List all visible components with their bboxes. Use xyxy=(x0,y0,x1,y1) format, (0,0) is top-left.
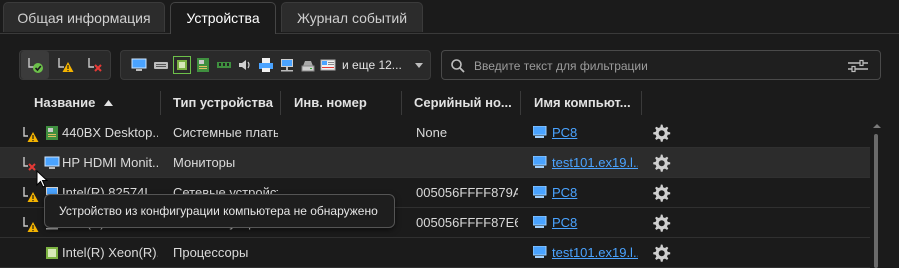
inventory-number xyxy=(294,148,399,177)
gear-icon[interactable] xyxy=(651,213,671,233)
search-icon xyxy=(451,59,465,73)
mouse-cursor-icon xyxy=(36,170,48,188)
memory-icon[interactable] xyxy=(216,57,232,73)
computer-link[interactable]: test101.ex19.l... xyxy=(552,238,638,267)
toolbar: и еще 12... xyxy=(0,48,899,82)
serial-number xyxy=(416,148,518,177)
device-type: Мониторы xyxy=(173,155,236,170)
printer-icon[interactable] xyxy=(258,57,274,73)
tab-bar: Общая информация Устройства Журнал событ… xyxy=(0,0,899,34)
chevron-down-icon[interactable] xyxy=(415,63,423,68)
computer-icon xyxy=(533,156,547,168)
device-type: Системные платы xyxy=(173,125,278,140)
filter-settings-icon[interactable] xyxy=(847,58,869,74)
scroll-up-arrow[interactable] xyxy=(873,124,881,128)
computer-link[interactable]: PC8 xyxy=(552,208,638,237)
device-type-filter[interactable]: и еще 12... xyxy=(120,50,431,80)
gear-icon[interactable] xyxy=(651,123,671,143)
column-divider[interactable] xyxy=(520,91,521,115)
device-type: Процессоры xyxy=(173,245,249,260)
device-name: Intel(R) Xeon(R)... xyxy=(62,245,158,260)
computer-link[interactable]: test101.ex19.l... xyxy=(552,148,638,177)
computer-icon xyxy=(533,216,547,228)
cpu-icon[interactable] xyxy=(173,56,191,74)
inventory-number xyxy=(294,238,399,267)
filter-box xyxy=(441,50,881,80)
keyboard-icon[interactable] xyxy=(153,57,169,73)
gear-icon[interactable] xyxy=(651,153,671,173)
status-filter-group xyxy=(19,50,111,80)
speaker-icon[interactable] xyxy=(237,57,253,73)
filter-warning-button[interactable] xyxy=(51,51,79,79)
column-divider[interactable] xyxy=(160,91,161,115)
computer-link[interactable]: PC8 xyxy=(552,118,638,147)
sort-ascending-icon xyxy=(104,100,113,107)
serial-number xyxy=(416,238,518,267)
serial-number: 005056FFFF879A... xyxy=(416,185,518,200)
gear-icon[interactable] xyxy=(651,243,671,263)
status-tooltip: Устройство из конфигурации компьютера не… xyxy=(44,194,395,228)
tab-general-info[interactable]: Общая информация xyxy=(3,2,165,32)
serial-number: 005056FFFF87E6... xyxy=(416,215,518,230)
device-ok-icon xyxy=(28,58,43,73)
vertical-scrollbar[interactable] xyxy=(870,124,882,268)
more-device-types-label: и еще 12... xyxy=(342,58,402,72)
computer-icon xyxy=(533,126,547,138)
motherboard-icon xyxy=(46,126,58,140)
filter-input[interactable] xyxy=(474,57,834,75)
warning-status-icon xyxy=(23,217,39,232)
motherboard-icon[interactable] xyxy=(195,57,211,73)
column-header-inventory[interactable]: Инв. номер xyxy=(294,88,367,118)
filter-missing-button[interactable] xyxy=(81,51,109,79)
inventory-number xyxy=(294,118,399,147)
warning-status-icon xyxy=(23,127,39,142)
table-row[interactable]: Intel(R) Xeon(R)... Процессоры test101.e… xyxy=(0,238,870,268)
device-warning-icon xyxy=(58,58,74,72)
disk-icon[interactable] xyxy=(300,57,316,73)
column-header-serial[interactable]: Серийный но... xyxy=(414,88,512,118)
column-header-label: Название xyxy=(34,95,96,110)
column-header-computer[interactable]: Имя компьют... xyxy=(534,88,631,118)
computer-icon xyxy=(533,246,547,258)
monitor-icon[interactable] xyxy=(131,57,147,73)
video-card-icon[interactable] xyxy=(320,57,336,73)
cpu-icon xyxy=(46,247,58,259)
column-header-type[interactable]: Тип устройства xyxy=(173,88,273,118)
network-icon[interactable] xyxy=(279,57,295,73)
table-row[interactable]: HP HDMI Monit... Мониторы test101.ex19.l… xyxy=(0,148,870,178)
column-divider[interactable] xyxy=(280,91,281,115)
column-divider[interactable] xyxy=(641,91,642,115)
table-header: Название Тип устройства Инв. номер Серий… xyxy=(0,88,899,118)
device-missing-icon xyxy=(88,58,102,72)
column-header-name[interactable]: Название xyxy=(34,88,113,118)
monitor-icon xyxy=(44,156,60,169)
computer-icon xyxy=(533,186,547,198)
computer-link[interactable]: PC8 xyxy=(552,178,638,207)
tab-devices[interactable]: Устройства xyxy=(170,2,276,34)
table-row[interactable]: 440BX Desktop... Системные платы None PC… xyxy=(0,118,870,148)
filter-ok-button[interactable] xyxy=(21,51,49,79)
scroll-thumb[interactable] xyxy=(874,134,878,268)
device-name: 440BX Desktop... xyxy=(62,125,158,140)
device-name: HP HDMI Monit... xyxy=(62,155,158,170)
serial-number: None xyxy=(416,125,448,140)
column-divider[interactable] xyxy=(401,91,402,115)
gear-icon[interactable] xyxy=(651,183,671,203)
tab-event-log[interactable]: Журнал событий xyxy=(281,2,423,32)
